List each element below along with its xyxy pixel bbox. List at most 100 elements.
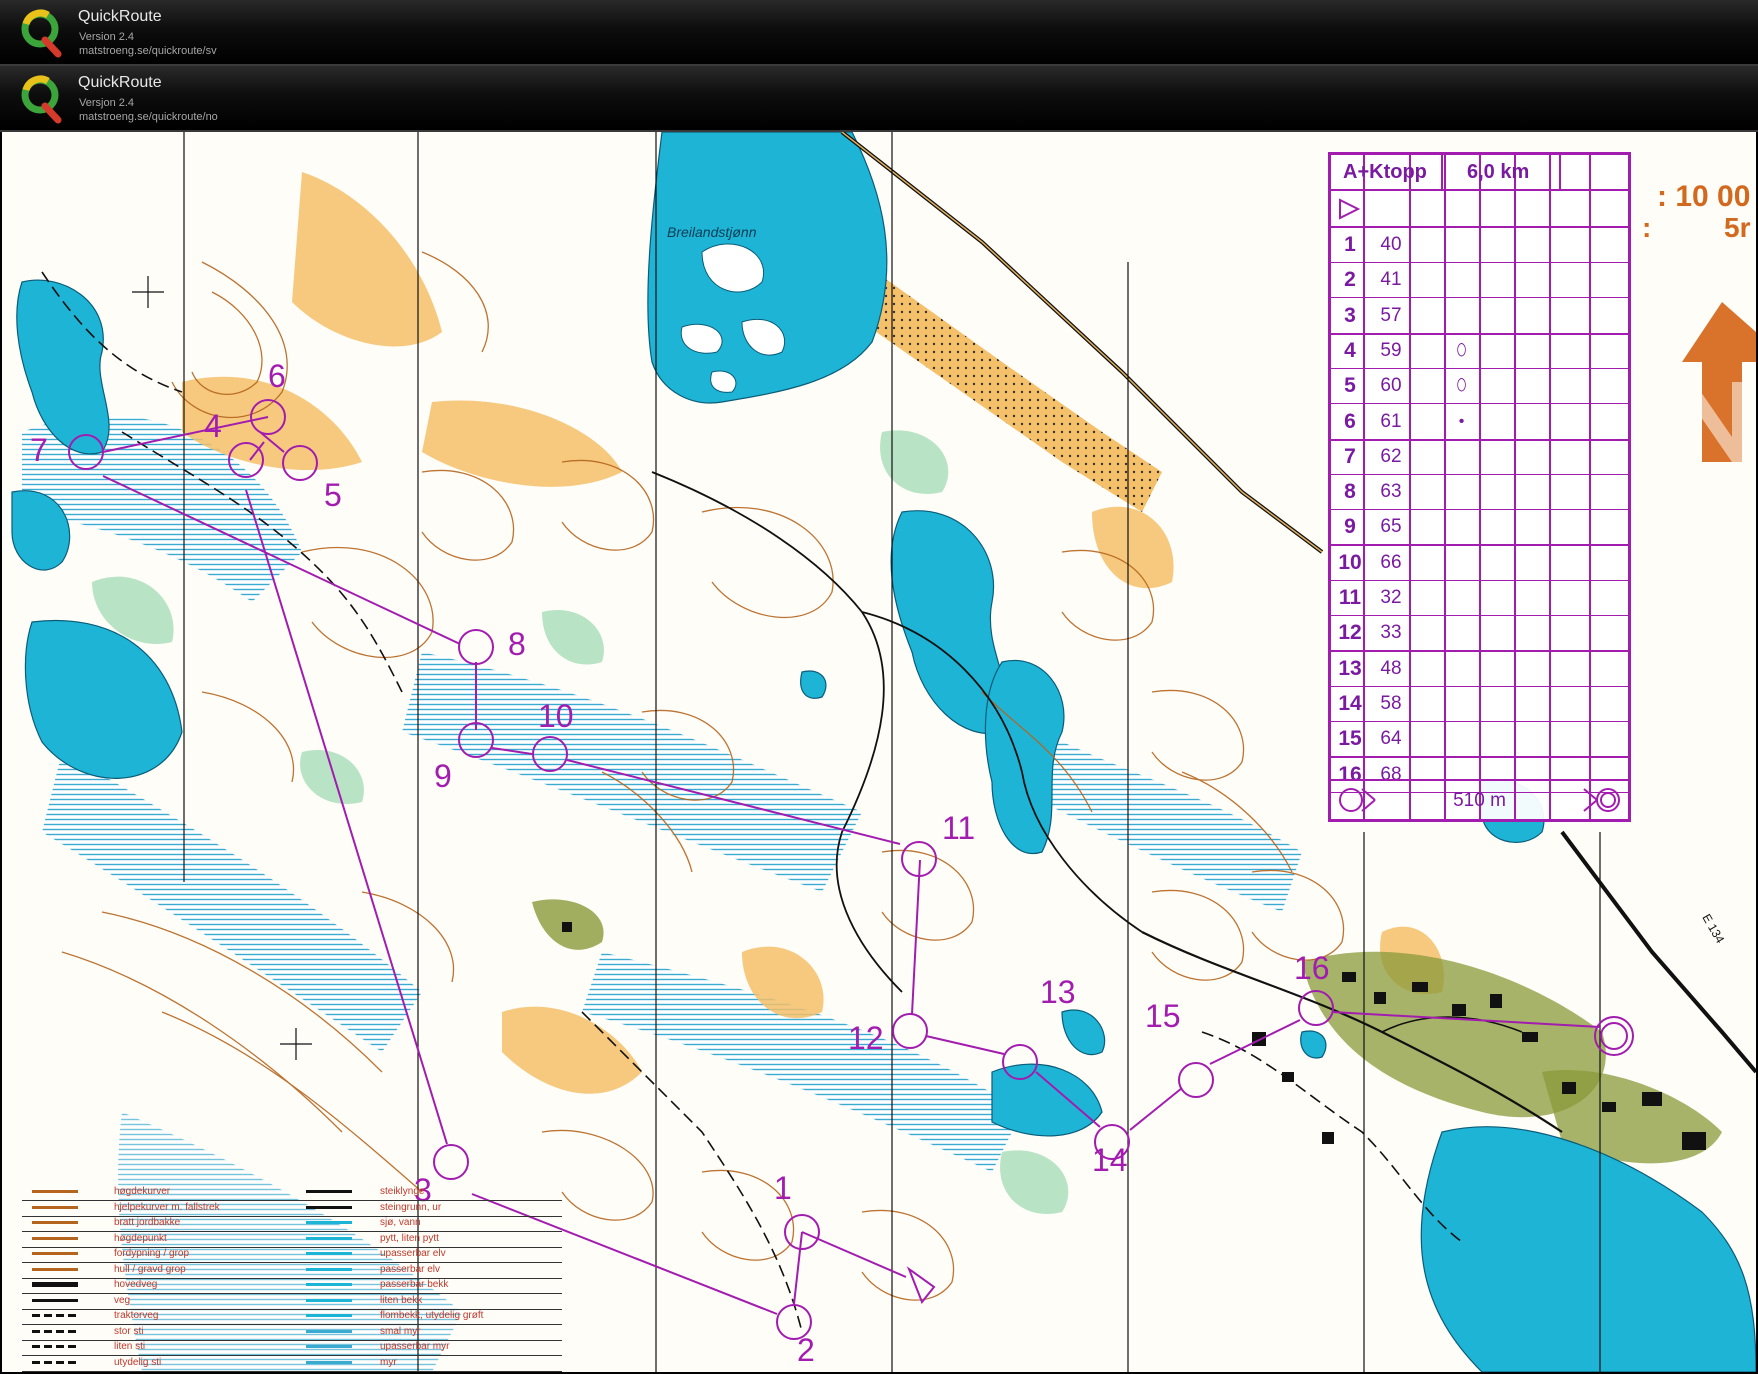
legend-label: høgdekurver	[114, 1186, 171, 1197]
legend-swatch	[32, 1360, 78, 1364]
legend-swatch	[306, 1345, 352, 1348]
control-row: 3 57	[1331, 298, 1628, 335]
control-number: 1	[1344, 233, 1356, 256]
control-row: 6 61 •	[1331, 404, 1628, 441]
control-row: 11 32	[1331, 580, 1628, 616]
control-row: 1 40	[1331, 227, 1628, 263]
legend-label: liten sti	[114, 1341, 146, 1352]
control-row: 10 66	[1331, 545, 1628, 581]
control-label: 13	[1040, 974, 1076, 1010]
legend-label: myr	[380, 1356, 397, 1368]
control-row: 14 58	[1331, 686, 1628, 722]
legend-swatch	[306, 1221, 352, 1224]
control-code: 48	[1380, 657, 1402, 679]
legend-swatch	[306, 1205, 352, 1209]
legend-row: utydelig sti myr	[22, 1355, 562, 1372]
control-code: 61	[1380, 410, 1402, 432]
legend-row: hjelpekurver m. fallstrek steingrunn, ur	[22, 1200, 562, 1217]
control-code: 66	[1380, 551, 1402, 573]
legend-label: liten bekk	[380, 1294, 423, 1306]
legend-swatch	[306, 1236, 352, 1240]
legend-swatch	[32, 1282, 78, 1287]
app-header-sv: QuickRoute Version 2.4 matstroeng.se/qui…	[0, 0, 1758, 66]
legend-label: utydelig sti	[114, 1356, 162, 1368]
control-row: 7 62	[1331, 439, 1628, 475]
legend-label: sjø, vann	[380, 1217, 421, 1228]
legend-row: høgdekurver steiklynge	[22, 1184, 562, 1201]
legend-row: høgdepunkt pytt, liten pytt	[22, 1231, 562, 1248]
control-row: 8 63	[1331, 474, 1628, 511]
control-row: 2 41	[1331, 262, 1628, 299]
legend-label: stor sti	[114, 1325, 144, 1337]
control-code: 33	[1380, 622, 1402, 644]
control-label: 5	[324, 477, 342, 513]
legend-label: pytt, liten pytt	[380, 1232, 439, 1244]
control-code: 41	[1380, 269, 1402, 291]
control-row: 4 59 ⬯	[1331, 333, 1628, 369]
legend-swatch	[32, 1190, 78, 1193]
legend-row: liten sti upasserbar myr	[22, 1339, 562, 1356]
legend-label: upasserbar myr	[380, 1341, 450, 1352]
app-version: Version 2.4	[79, 31, 135, 43]
control-label: 12	[848, 1020, 884, 1056]
legend-swatch	[306, 1267, 352, 1271]
control-row: 15 64	[1331, 721, 1628, 759]
control-label: 9	[434, 758, 452, 794]
control-code: 32	[1380, 587, 1402, 608]
legend-row: fordypning / grop upasserbar elv	[22, 1246, 562, 1263]
control-feature-symbol: •	[1458, 412, 1465, 430]
legend-label: hovedveg	[114, 1279, 158, 1290]
app-version: Versjon 2.4	[79, 97, 135, 109]
control-number: 3	[1344, 303, 1356, 327]
app-name: QuickRoute	[78, 74, 162, 91]
legend-label: passerbar bekk	[380, 1279, 449, 1290]
legend-label: fordypning / grop	[114, 1248, 190, 1259]
start-row	[1331, 191, 1628, 228]
legend-swatch	[306, 1314, 352, 1317]
control-code: 60	[1380, 375, 1402, 397]
control-row: 5 60 ⬯	[1331, 368, 1628, 405]
control-code: 40	[1380, 234, 1402, 255]
contour-interval-text: 5r	[1724, 212, 1751, 243]
app-name: QuickRoute	[78, 8, 162, 25]
legend-label: steiklynge	[380, 1186, 425, 1197]
legend-row: veg liten bekk	[22, 1293, 562, 1310]
quickroute-logo-icon	[21, 75, 62, 124]
control-row: 13 48	[1331, 651, 1628, 687]
control-code: 58	[1380, 692, 1402, 714]
control-number: 6	[1344, 409, 1356, 433]
legend-row: traktorveg flombekk, utydelig grøft	[22, 1308, 562, 1325]
control-label: 10	[538, 698, 574, 734]
lake-name-label: Breilandstjønn	[667, 224, 757, 240]
contour-interval-colon: :	[1642, 212, 1652, 243]
control-number: 15	[1338, 727, 1362, 751]
app-url: matstroeng.se/quickroute/sv	[79, 45, 217, 57]
orienteering-map[interactable]: Breilandstjønn E 134: 10 00: 5r 1 2 3 …	[2, 132, 1756, 1372]
legend-label: upasserbar elv	[380, 1248, 446, 1259]
legend-label: veg	[114, 1294, 131, 1306]
control-label: 6	[268, 358, 286, 394]
control-code: 63	[1380, 481, 1402, 503]
legend-row: hovedveg passerbar bekk	[22, 1277, 562, 1294]
control-label: 2	[797, 1332, 815, 1368]
legend-label: steingrunn, ur	[380, 1201, 442, 1213]
control-number: 14	[1338, 691, 1362, 715]
control-number: 12	[1338, 621, 1362, 645]
control-number: 8	[1344, 480, 1356, 504]
app-url: matstroeng.se/quickroute/no	[79, 111, 218, 123]
legend-label: passerbar elv	[380, 1263, 441, 1275]
course-length: 6,0 km	[1467, 161, 1530, 183]
legend-swatch	[32, 1345, 78, 1348]
legend-swatch	[306, 1283, 352, 1286]
finish-row: 510 m	[1331, 779, 1628, 819]
legend-swatch	[32, 1298, 78, 1302]
control-label: 16	[1294, 950, 1330, 986]
control-code: 62	[1380, 445, 1402, 467]
quickroute-logo-icon	[21, 9, 62, 58]
control-code: 59	[1380, 339, 1402, 361]
legend-label: smal myr	[380, 1325, 421, 1337]
map-legend: høgdekurver steiklynge hjelpekurver m. fal…	[22, 1184, 562, 1372]
control-number: 4	[1344, 338, 1356, 362]
start-triangle-icon	[1339, 198, 1361, 220]
legend-label: hull / gravd grop	[114, 1263, 186, 1275]
